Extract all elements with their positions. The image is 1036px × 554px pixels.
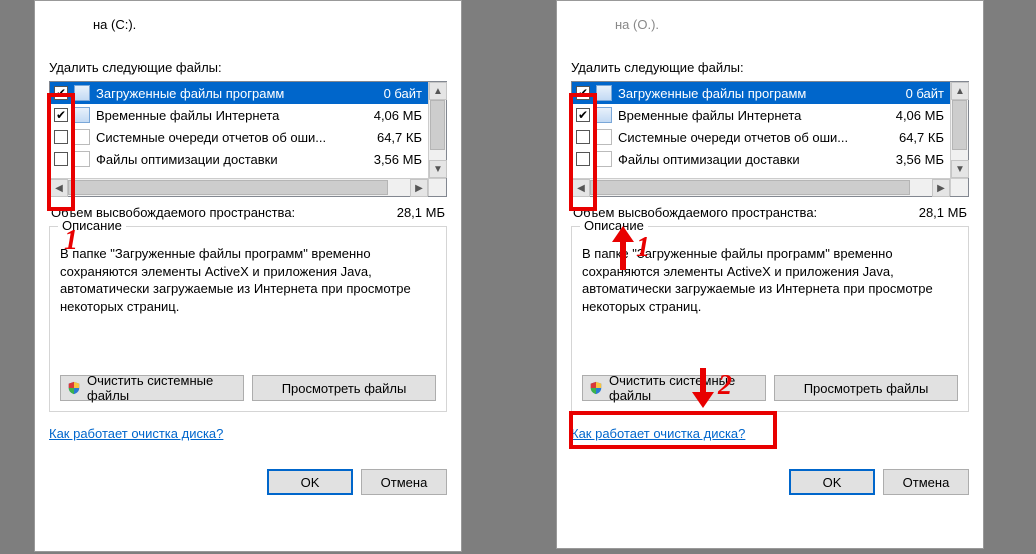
item-size: 3,56 МБ (896, 152, 944, 167)
scroll-corner (950, 178, 968, 196)
folder-icon (596, 85, 612, 101)
item-label: Файлы оптимизации доставки (96, 152, 360, 167)
item-label: Временные файлы Интернета (618, 108, 882, 123)
file-icon (74, 151, 90, 167)
scroll-corner (428, 178, 446, 196)
item-size: 0 байт (384, 86, 422, 101)
checkbox[interactable] (54, 130, 68, 144)
disk-cleanup-dialog-right: на (O.). Удалить следующие файлы: ✔ Загр… (556, 0, 984, 549)
button-label: OK (823, 475, 842, 490)
item-label: Системные очереди отчетов об оши... (96, 130, 363, 145)
item-label: Системные очереди отчетов об оши... (618, 130, 885, 145)
checkbox[interactable]: ✔ (54, 108, 68, 122)
delete-files-label: Удалить следующие файлы: (571, 60, 969, 75)
item-size: 4,06 МБ (896, 108, 944, 123)
list-item[interactable]: ✔ Загруженные файлы программ 0 байт (50, 82, 428, 104)
drive-line: на (O.). (615, 17, 969, 32)
view-files-button[interactable]: Просмотреть файлы (252, 375, 436, 401)
checkbox[interactable] (576, 152, 590, 166)
scroll-right-icon[interactable]: ▶ (410, 179, 428, 197)
list-item[interactable]: ✔ Временные файлы Интернета 4,06 МБ (572, 104, 950, 126)
shield-icon (589, 381, 603, 395)
checkbox[interactable]: ✔ (576, 108, 590, 122)
scroll-thumb[interactable] (430, 100, 445, 150)
list-item[interactable]: ✔ Загруженные файлы программ 0 байт (572, 82, 950, 104)
scroll-right-icon[interactable]: ▶ (932, 179, 950, 197)
item-size: 64,7 КБ (899, 130, 944, 145)
checkbox[interactable] (54, 152, 68, 166)
list-item[interactable]: Файлы оптимизации доставки 3,56 МБ (572, 148, 950, 170)
file-icon (596, 151, 612, 167)
description-group: Описание В папке "Загруженные файлы прог… (571, 226, 969, 412)
list-item[interactable]: Файлы оптимизации доставки 3,56 МБ (50, 148, 428, 170)
button-label: Отмена (903, 475, 950, 490)
clean-system-files-button[interactable]: Очистить системные файлы (582, 375, 766, 401)
list-viewport: ✔ Загруженные файлы программ 0 байт ✔ Вр… (50, 82, 428, 178)
item-label: Файлы оптимизации доставки (618, 152, 882, 167)
button-label: Отмена (381, 475, 428, 490)
horizontal-scrollbar[interactable]: ◀ ▶ (50, 178, 428, 196)
folder-icon (74, 85, 90, 101)
folder-icon (596, 107, 612, 123)
shield-icon (67, 381, 81, 395)
description-text: В папке "Загруженные файлы программ" вре… (60, 245, 436, 337)
scroll-up-icon[interactable]: ▲ (951, 82, 969, 100)
checkbox[interactable]: ✔ (576, 86, 590, 100)
vertical-scrollbar[interactable]: ▲ ▼ (950, 82, 968, 178)
scroll-left-icon[interactable]: ◀ (50, 179, 68, 197)
group-legend: Описание (580, 218, 648, 233)
total-value: 28,1 МБ (397, 205, 445, 220)
item-label: Загруженные файлы программ (96, 86, 370, 101)
button-label: Очистить системные файлы (609, 373, 759, 403)
how-cleanup-works-link[interactable]: Как работает очистка диска? (49, 426, 223, 441)
cancel-button[interactable]: Отмена (883, 469, 969, 495)
file-icon (596, 129, 612, 145)
item-label: Загруженные файлы программ (618, 86, 892, 101)
ok-button[interactable]: OK (267, 469, 353, 495)
drive-line: на (C:). (93, 17, 447, 32)
button-label: Просмотреть файлы (282, 381, 407, 396)
scroll-left-icon[interactable]: ◀ (572, 179, 590, 197)
description-text: В папке "Загруженные файлы программ" вре… (582, 245, 958, 337)
horizontal-scrollbar[interactable]: ◀ ▶ (572, 178, 950, 196)
button-label: Просмотреть файлы (804, 381, 929, 396)
scroll-down-icon[interactable]: ▼ (951, 160, 969, 178)
group-legend: Описание (58, 218, 126, 233)
item-label: Временные файлы Интернета (96, 108, 360, 123)
scroll-up-icon[interactable]: ▲ (429, 82, 447, 100)
disk-cleanup-dialog-left: на (C:). Удалить следующие файлы: ✔ Загр… (34, 0, 462, 552)
file-icon (74, 129, 90, 145)
folder-icon (74, 107, 90, 123)
how-cleanup-works-link[interactable]: Как работает очистка диска? (571, 426, 745, 441)
checkbox[interactable]: ✔ (54, 86, 68, 100)
scroll-thumb[interactable] (952, 100, 967, 150)
list-item[interactable]: Системные очереди отчетов об оши... 64,7… (50, 126, 428, 148)
item-size: 0 байт (906, 86, 944, 101)
button-label: OK (301, 475, 320, 490)
list-item[interactable]: Системные очереди отчетов об оши... 64,7… (572, 126, 950, 148)
clean-system-files-button[interactable]: Очистить системные файлы (60, 375, 244, 401)
file-categories-list: ✔ Загруженные файлы программ 0 байт ✔ Вр… (49, 81, 447, 197)
item-size: 3,56 МБ (374, 152, 422, 167)
checkbox[interactable] (576, 130, 590, 144)
ok-button[interactable]: OK (789, 469, 875, 495)
scroll-thumb[interactable] (68, 180, 388, 195)
view-files-button[interactable]: Просмотреть файлы (774, 375, 958, 401)
scroll-thumb[interactable] (590, 180, 910, 195)
description-group: Описание В папке "Загруженные файлы прог… (49, 226, 447, 412)
vertical-scrollbar[interactable]: ▲ ▼ (428, 82, 446, 178)
file-categories-list: ✔ Загруженные файлы программ 0 байт ✔ Вр… (571, 81, 969, 197)
delete-files-label: Удалить следующие файлы: (49, 60, 447, 75)
total-value: 28,1 МБ (919, 205, 967, 220)
scroll-down-icon[interactable]: ▼ (429, 160, 447, 178)
list-viewport: ✔ Загруженные файлы программ 0 байт ✔ Вр… (572, 82, 950, 178)
list-item[interactable]: ✔ Временные файлы Интернета 4,06 МБ (50, 104, 428, 126)
item-size: 64,7 КБ (377, 130, 422, 145)
button-label: Очистить системные файлы (87, 373, 237, 403)
item-size: 4,06 МБ (374, 108, 422, 123)
cancel-button[interactable]: Отмена (361, 469, 447, 495)
